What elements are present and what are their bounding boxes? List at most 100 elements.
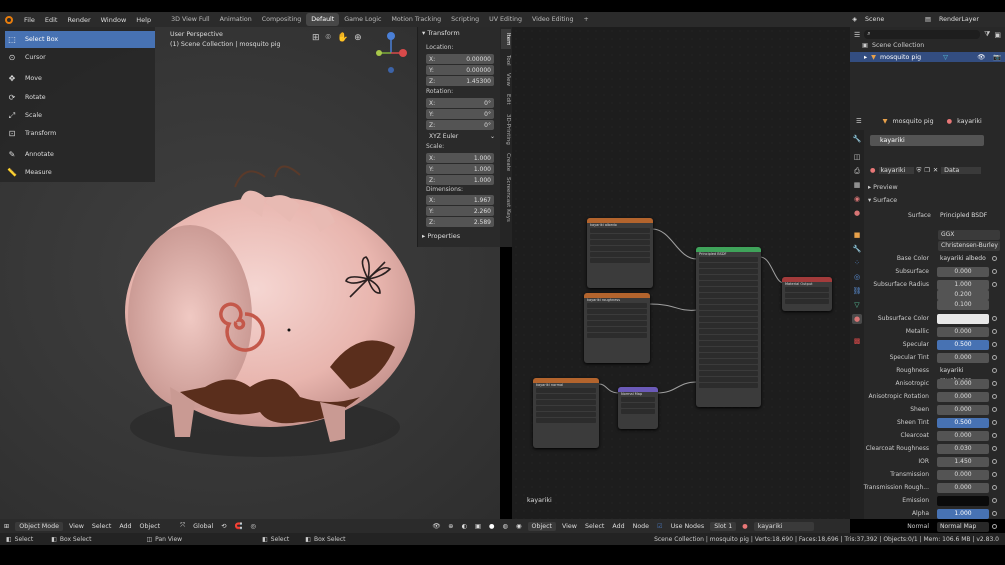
menu-window[interactable]: Window (96, 16, 132, 24)
tool-rotate[interactable]: ⟳ Rotate (5, 89, 155, 106)
scale-y-field[interactable]: Y:1.000🔒 (426, 164, 506, 174)
navigation-gizmo[interactable] (372, 27, 412, 77)
render-properties-icon[interactable]: ◫ (852, 152, 862, 162)
socket-dot-icon[interactable] (992, 368, 997, 373)
tab-default[interactable]: Default (306, 13, 340, 26)
menu-render[interactable]: Render (62, 16, 95, 24)
material-properties-icon[interactable]: ● (852, 314, 862, 324)
location-y-field[interactable]: Y:0.00000🔒 (426, 65, 506, 75)
node-roughness-texture[interactable]: kayariki roughness (584, 293, 650, 363)
tab-edit[interactable]: Edit (501, 91, 511, 107)
surface-panel-header[interactable]: ▾ Surface (868, 197, 897, 204)
data-properties-icon[interactable]: ▽ (852, 300, 862, 310)
menu-select[interactable]: Select (581, 523, 608, 530)
particles-properties-icon[interactable]: ⁘ (852, 258, 862, 268)
preview-panel-header[interactable]: ▸ Preview (868, 184, 898, 191)
dimensions-x-field[interactable]: X: 1.967 (426, 195, 494, 205)
socket-dot-icon[interactable] (992, 256, 997, 261)
display-mode-icon[interactable]: ☰ (854, 31, 860, 39)
node-principled-bsdf[interactable]: Principled BSDF (696, 247, 761, 407)
modifier-properties-icon[interactable]: 🔧 (852, 244, 862, 254)
tab-view[interactable]: View (501, 71, 511, 89)
overlay-icon[interactable]: ◐ (458, 523, 472, 530)
tab-screencast-keys[interactable]: Screencast Keys (501, 175, 511, 223)
material-slot-item[interactable]: kayariki (870, 135, 984, 146)
node-albedo-texture[interactable]: kayariki albedo (587, 218, 653, 288)
location-x-field[interactable]: X:0.00000🔒 (426, 54, 506, 64)
output-properties-icon[interactable]: ⎙ (852, 166, 862, 176)
tool-properties-icon[interactable]: 🔧 (852, 134, 862, 144)
tab-animation[interactable]: Animation (215, 13, 257, 26)
node-material-output[interactable]: Material Output (782, 277, 832, 311)
view-grid-icon[interactable]: ⊞ (312, 33, 320, 43)
unlink-icon[interactable]: ✕ (933, 167, 938, 174)
shading-material-icon[interactable]: ◍ (499, 523, 513, 530)
camera-render-icon[interactable]: 📷 (993, 53, 1005, 61)
scale-x-field[interactable]: X:1.000🔒 (426, 153, 506, 163)
camera-icon[interactable]: ⌾ (326, 33, 331, 43)
socket-dot-icon[interactable] (992, 524, 997, 529)
socket-dot-icon[interactable] (992, 342, 997, 347)
physics-properties-icon[interactable]: ◎ (852, 272, 862, 282)
tab-compositing[interactable]: Compositing (257, 13, 306, 26)
tool-annotate[interactable]: ✎ Annotate (5, 146, 155, 163)
socket-dot-icon[interactable] (992, 269, 997, 274)
scale-z-field[interactable]: Z:1.000🔒 (426, 175, 506, 185)
blender-logo-icon[interactable] (5, 15, 13, 24)
socket-dot-icon[interactable] (992, 407, 997, 412)
editor-type-icon[interactable]: ☰ (856, 118, 862, 125)
scene-properties-icon[interactable]: ◉ (852, 194, 862, 204)
gizmo-icon[interactable]: ⊕ (444, 523, 457, 530)
filter-icon[interactable]: ⧩ (984, 30, 990, 39)
tab-motion-tracking[interactable]: Motion Tracking (387, 13, 447, 26)
tab-3d-view-full[interactable]: 3D View Full (166, 13, 215, 26)
scene-selector[interactable]: Scene (861, 16, 921, 23)
editor-type-icon[interactable]: ◉ (512, 523, 526, 530)
snap-icon[interactable]: 🧲 (230, 522, 246, 530)
surface-shader-field[interactable]: Principled BSDF (940, 212, 987, 219)
constraints-properties-icon[interactable]: ⛓ (852, 286, 862, 296)
shader-type-dropdown[interactable]: Object (527, 521, 557, 531)
tool-scale[interactable]: ⤢ Scale (5, 107, 155, 124)
distribution-dropdown[interactable]: GGX (938, 230, 1000, 240)
add-workspace-button[interactable]: + (579, 13, 594, 26)
zoom-icon[interactable]: ⊕ (354, 33, 362, 43)
dimensions-y-field[interactable]: Y: 2.260 (426, 206, 494, 216)
tab-3d-printing[interactable]: 3D-Printing (501, 109, 511, 149)
use-nodes-checkbox[interactable]: ☑ (653, 523, 667, 530)
tool-measure[interactable]: 📏 Measure (5, 164, 155, 181)
socket-dot-icon[interactable] (992, 485, 997, 490)
world-properties-icon[interactable]: ● (852, 208, 862, 218)
properties-panel-header[interactable]: ▸ Properties (422, 232, 460, 242)
socket-dot-icon[interactable] (992, 433, 997, 438)
new-collection-icon[interactable]: ▣ (994, 31, 1001, 39)
menu-select[interactable]: Select (88, 523, 115, 530)
xray-icon[interactable]: ▣ (471, 523, 485, 530)
socket-dot-icon[interactable] (992, 355, 997, 360)
tab-create[interactable]: Create (501, 151, 511, 173)
socket-dot-icon[interactable] (992, 511, 997, 516)
tab-tool[interactable]: Tool (501, 51, 511, 69)
view-layer-selector[interactable]: RenderLayer (935, 16, 1005, 23)
visibility-icon[interactable]: 👁 (428, 522, 444, 530)
object-properties-icon[interactable]: ■ (852, 230, 862, 240)
material-name-field[interactable]: kayariki (878, 167, 914, 174)
socket-dot-icon[interactable] (992, 394, 997, 399)
rotation-x-field[interactable]: X:0°🔒 (426, 98, 506, 108)
tool-select-box[interactable]: ⬚ Select Box (5, 31, 155, 48)
tab-video-editing[interactable]: Video Editing (527, 13, 579, 26)
expand-arrow-icon[interactable]: ▸ (864, 54, 867, 61)
pivot-icon[interactable]: ⟲ (217, 523, 230, 530)
socket-dot-icon[interactable] (992, 381, 997, 386)
location-z-field[interactable]: Z:1.45300🔒 (426, 76, 506, 86)
view-layer-properties-icon[interactable]: ▦ (852, 180, 862, 190)
node-normal-map[interactable]: Normal Map (618, 387, 658, 429)
tool-cursor[interactable]: ⊙ Cursor (5, 49, 155, 66)
outliner-row-scene-collection[interactable]: ▣ Scene Collection (862, 42, 924, 49)
tool-transform[interactable]: ⊡ Transform (5, 125, 155, 142)
hand-pan-icon[interactable]: ✋ (337, 33, 348, 43)
fake-user-icon[interactable]: ⛨ (917, 167, 922, 175)
tab-game-logic[interactable]: Game Logic (339, 13, 386, 26)
socket-dot-icon[interactable] (992, 472, 997, 477)
visibility-eye-icon[interactable]: 👁 (977, 53, 989, 61)
